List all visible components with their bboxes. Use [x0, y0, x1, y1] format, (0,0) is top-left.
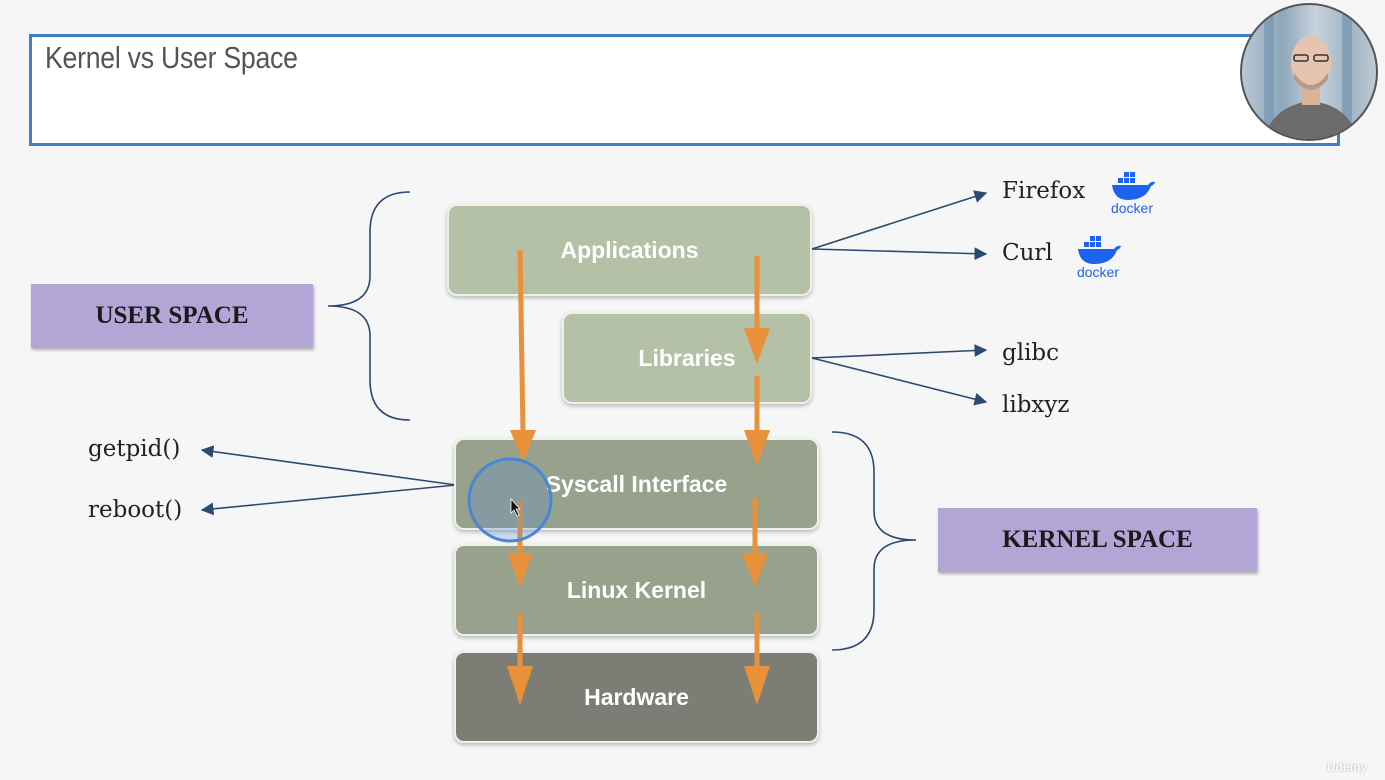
docker-wordmark: docker — [1076, 264, 1120, 280]
kernel-space-label: KERNEL SPACE — [938, 508, 1257, 572]
udemy-watermark: Udemy — [1326, 760, 1367, 774]
syscall-getpid-label: getpid() — [88, 436, 181, 462]
lib-libxyz-label: libxyz — [1002, 392, 1070, 418]
user-space-label: USER SPACE — [31, 284, 313, 348]
cursor-highlight — [467, 457, 553, 543]
lib-glibc-label: glibc — [1002, 340, 1060, 366]
docker-logo-firefox: docker — [1104, 170, 1160, 216]
docker-wordmark: docker — [1110, 200, 1154, 216]
docker-whale-icon — [1078, 236, 1121, 264]
app-firefox-label: Firefox — [1002, 178, 1086, 204]
docker-whale-icon — [1112, 172, 1155, 200]
flow-arrows — [467, 249, 770, 705]
syscall-reboot-label: reboot() — [88, 497, 183, 523]
docker-logo-curl: docker — [1070, 234, 1126, 280]
app-curl-label: Curl — [1002, 240, 1053, 266]
